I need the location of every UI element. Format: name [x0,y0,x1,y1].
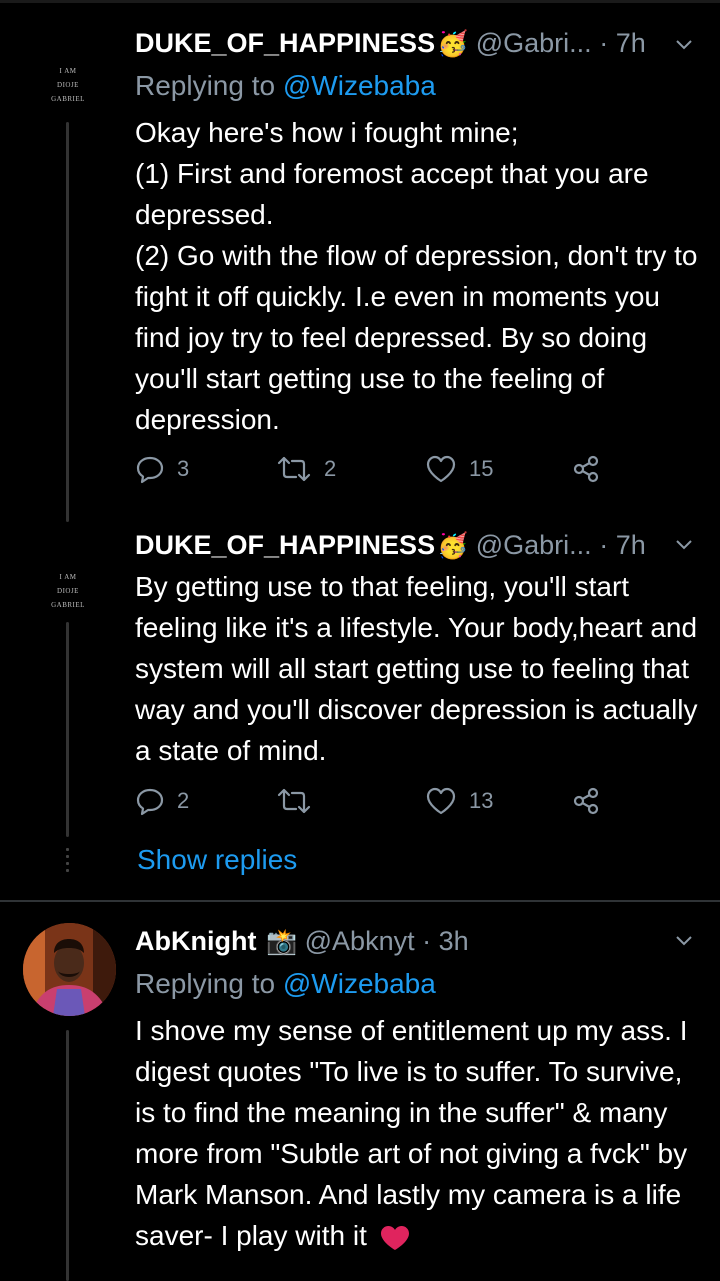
tweet-text-line: (1) First and foremost accept that you a… [135,158,649,230]
avatar-logo[interactable]: I AM DIOJE GABRIEL [48,64,88,106]
chevron-down-icon[interactable] [674,930,694,950]
reply-icon [136,456,164,484]
share-icon [573,455,599,483]
tweet-divider [0,900,720,902]
avatar-text-line: I AM [59,573,77,581]
retweet-button[interactable] [276,786,324,816]
like-icon [426,787,456,815]
reply-icon [136,788,164,816]
reply-button[interactable]: 2 [135,786,189,816]
replying-to-handle[interactable]: @Wizebaba [283,70,436,101]
replying-to: Replying to @Wizebaba [135,68,436,104]
chevron-down-icon[interactable] [674,34,694,54]
replying-to-handle[interactable]: @Wizebaba [283,968,436,999]
tweet-text-span: I shove my sense of entitlement up my as… [135,1015,688,1251]
thread-line [66,122,69,522]
tweet-text-line: Okay here's how i fought mine; [135,117,519,148]
tweet-actions: 2 13 [135,786,605,822]
share-button[interactable] [571,786,601,816]
party-face-emoji: 🥳 [437,30,469,58]
avatar[interactable] [23,923,116,1016]
avatar-text-line: DIOJE [57,81,79,89]
thread-line [66,1030,69,1281]
avatar-text-line: DIOJE [57,587,79,595]
reply-count: 2 [177,788,190,813]
share-button[interactable] [571,454,601,484]
avatar-photo [23,923,116,1016]
tweet-header: DUKE_OF_HAPPINESS🥳 @Gabri... · 7h [135,26,646,61]
like-count: 13 [469,788,494,813]
like-count: 15 [469,456,494,481]
chevron-down-icon[interactable] [674,534,694,554]
tweet-text-line: I shove my sense of entitlement up my as… [135,1010,705,1256]
user-handle[interactable]: @Gabri... [476,530,592,560]
timestamp[interactable]: 7h [616,28,646,58]
user-handle[interactable]: @Abknyt [305,926,415,956]
tweet-text: By getting use to that feeling, you'll s… [135,566,705,771]
show-replies-link[interactable]: Show replies [137,844,297,876]
tweet-text-line: By getting use to that feeling, you'll s… [135,571,698,766]
retweet-icon [277,788,311,814]
user-handle[interactable]: @Gabri... [476,28,592,58]
tweet-actions: 3 2 15 [135,454,605,490]
tweet-text: I shove my sense of entitlement up my as… [135,1010,705,1256]
replying-to-label: Replying to [135,70,276,101]
avatar-logo[interactable]: I AM DIOJE GABRIEL [48,570,88,612]
reply-count: 3 [177,456,190,481]
like-button[interactable]: 15 [425,454,493,484]
separator-dot: · [422,926,432,956]
like-button[interactable]: 13 [425,786,493,816]
party-face-emoji: 🥳 [437,532,469,560]
retweet-icon [277,456,311,482]
like-icon [426,455,456,483]
heart-emoji-icon [380,1225,409,1250]
camera-emoji: 📸 [265,928,298,956]
separator-dot: · [599,530,609,560]
replying-to-label: Replying to [135,968,276,999]
tweet-header: AbKnight 📸 @Abknyt · 3h [135,924,469,959]
retweet-button[interactable]: 2 [276,454,336,484]
replying-to: Replying to @Wizebaba [135,966,436,1002]
retweet-count: 2 [324,456,337,481]
display-name[interactable]: DUKE_OF_HAPPINESS [135,28,435,58]
avatar-text-line: GABRIEL [51,601,85,609]
display-name[interactable]: AbKnight [135,926,256,956]
display-name[interactable]: DUKE_OF_HAPPINESS [135,530,435,560]
avatar-text-line: GABRIEL [51,95,85,103]
avatar-text-line: I AM [59,67,77,75]
tweet-text-line: (2) Go with the flow of depression, don'… [135,240,698,435]
reply-button[interactable]: 3 [135,454,189,484]
top-divider [0,0,720,3]
tweet-text: Okay here's how i fought mine; (1) First… [135,112,705,440]
timestamp[interactable]: 3h [439,926,469,956]
tweet-header: DUKE_OF_HAPPINESS🥳 @Gabri... · 7h [135,528,646,563]
thread-dots [66,848,69,876]
timestamp[interactable]: 7h [616,530,646,560]
separator-dot: · [599,28,609,58]
thread-line [66,622,69,837]
share-icon [573,787,599,815]
